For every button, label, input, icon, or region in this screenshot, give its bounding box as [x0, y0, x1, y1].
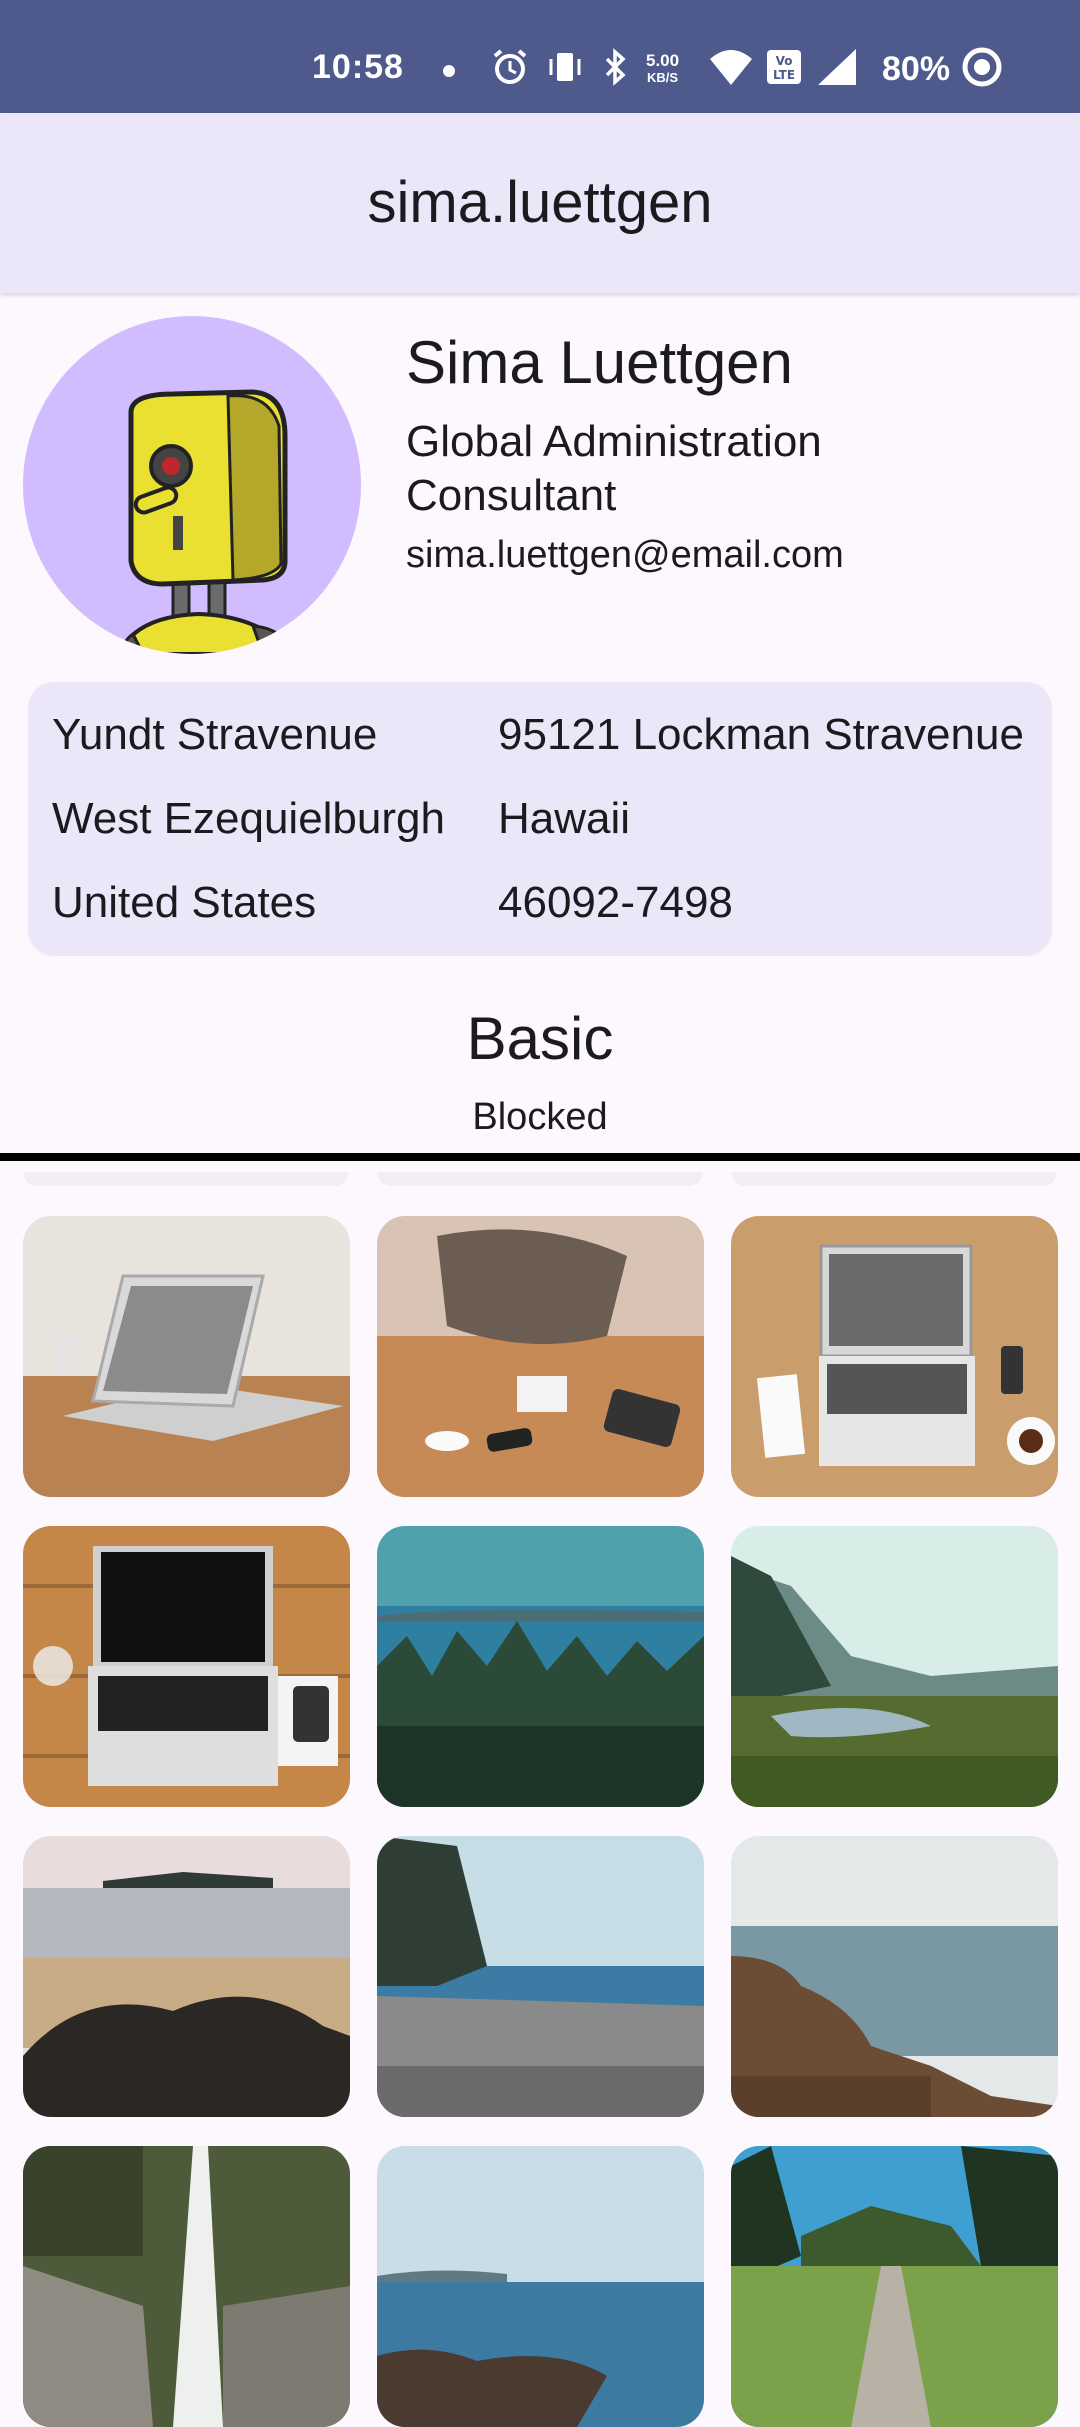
address-zip: 46092-7498 [498, 878, 733, 927]
photo-tile[interactable] [377, 1836, 704, 2117]
photo-tile[interactable] [731, 1216, 1058, 1497]
photo-tile[interactable] [731, 1836, 1058, 2117]
section-divider [0, 1153, 1080, 1161]
photo-tile[interactable] [23, 1216, 350, 1497]
photo-tile[interactable] [23, 1526, 350, 1807]
photo-tile[interactable] [23, 2146, 350, 2427]
svg-text:LTE: LTE [773, 68, 795, 82]
page-title: sima.luettgen [367, 170, 713, 235]
notification-dot-icon [443, 65, 455, 77]
status-bar: 10:58 5.00 KB/S Vo LTE 80% [0, 0, 1080, 113]
address-street: 95121 Lockman Stravenue [498, 710, 1024, 759]
plan-name: Basic [466, 1005, 614, 1072]
photo-tile[interactable] [377, 1216, 704, 1497]
address-street-name: Yundt Stravenue [52, 710, 378, 759]
photo-tile[interactable] [377, 2146, 704, 2427]
photo-tile-edge [23, 1172, 349, 1186]
battery-level: 80% [882, 50, 951, 88]
photo-tile-edge [731, 1172, 1057, 1186]
signal-icon [816, 46, 858, 88]
network-speed: 5.00 KB/S [646, 52, 679, 86]
photo-tile[interactable] [23, 1836, 350, 2117]
address-state: Hawaii [498, 794, 631, 843]
speed-unit: KB/S [647, 70, 679, 85]
volte-icon: Vo LTE [764, 46, 804, 88]
account-status: Blocked [472, 1096, 608, 1138]
profile-email: sima.luettgen@email.com [406, 534, 844, 576]
speed-value: 5.00 [646, 51, 680, 70]
profile-name: Sima Luettgen [406, 329, 793, 396]
vibrate-icon [545, 46, 585, 88]
photo-tile[interactable] [377, 1526, 704, 1807]
profile-job-title: Global Administration Consultant [406, 417, 822, 520]
svg-text:Vo: Vo [776, 54, 793, 68]
photo-tile[interactable] [731, 1526, 1058, 1807]
avatar [23, 316, 361, 654]
app-bar: sima.luettgen [0, 113, 1080, 293]
address-city: West Ezequielburgh [52, 794, 445, 843]
status-time: 10:58 [312, 48, 404, 86]
photo-tile-edge [377, 1172, 703, 1186]
wifi-icon [708, 46, 754, 88]
alarm-icon [490, 46, 530, 88]
photo-tile[interactable] [731, 2146, 1058, 2427]
battery-saver-icon [960, 46, 1004, 88]
bluetooth-icon [600, 46, 630, 88]
robot-avatar-icon [119, 389, 295, 654]
address-country: United States [52, 878, 317, 927]
address-card: Yundt Stravenue 95121 Lockman Stravenue … [28, 682, 1052, 956]
